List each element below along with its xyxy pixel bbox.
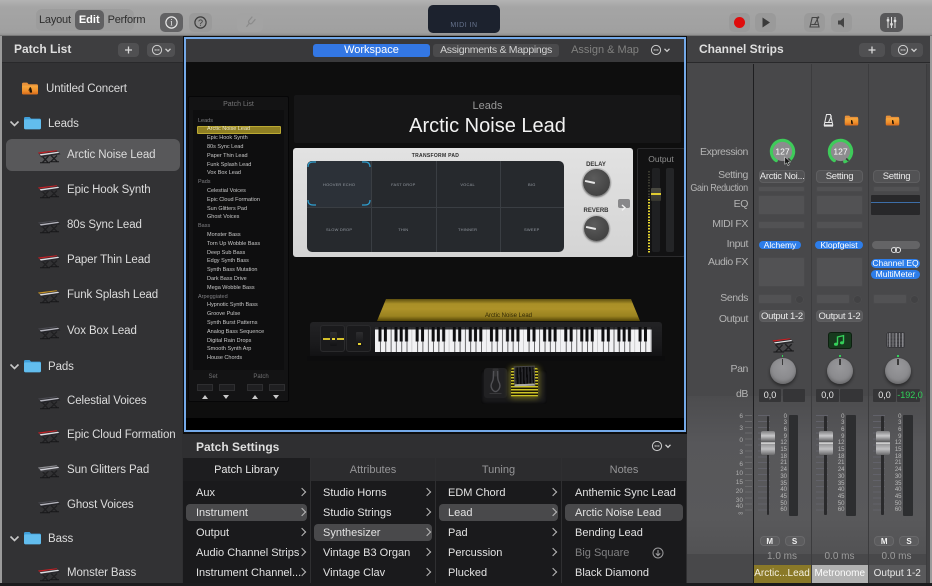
svg-text:127: 127	[833, 146, 847, 156]
svg-text:127: 127	[775, 146, 789, 156]
svg-text:i: i	[170, 18, 173, 28]
svg-text:?: ?	[198, 18, 203, 28]
